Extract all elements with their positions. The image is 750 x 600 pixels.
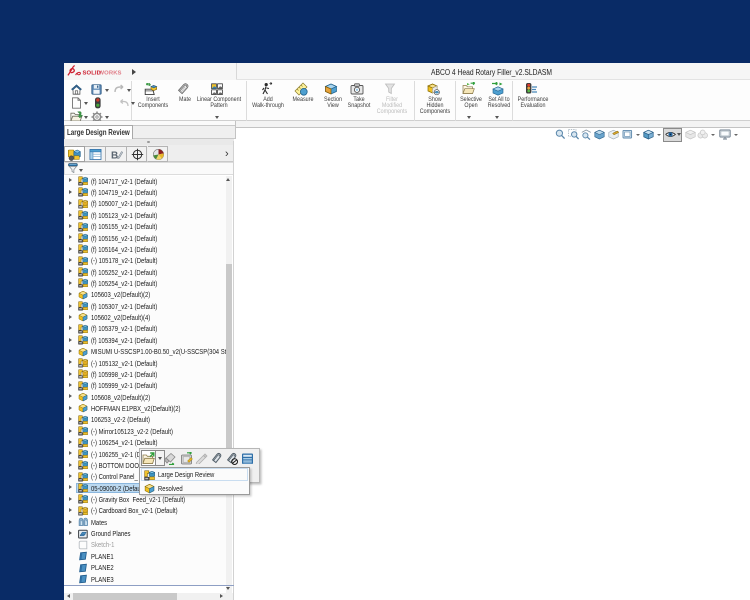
svg-text:WORKS: WORKS: [99, 70, 122, 76]
